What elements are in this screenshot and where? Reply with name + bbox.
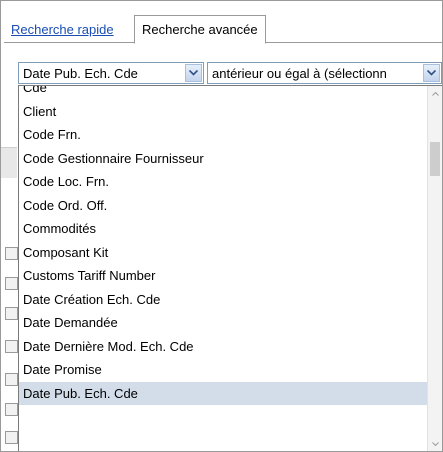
field-dropdown-list[interactable]: Cde Client Code Frn. Code Gestionnaire Four… [18,85,442,451]
dropdown-options: Cde Client Code Frn. Code Gestionnaire Four… [19,86,427,405]
scrollbar-thumb[interactable] [430,142,440,176]
dropdown-option[interactable]: Date Création Ech. Cde [19,288,427,312]
dropdown-option[interactable]: Cde [19,86,427,100]
operator-select[interactable]: antérieur ou égal à (sélectionn [207,62,442,84]
scroll-down-icon[interactable] [428,436,442,451]
search-tabs: Recherche rapide Recherche avancée [4,15,442,44]
background-checkbox[interactable] [5,277,18,290]
tab-advanced-search[interactable]: Recherche avancée [134,15,266,44]
dropdown-option[interactable]: Code Frn. [19,123,427,147]
operator-select-value: antérieur ou égal à (sélectionn [212,66,387,81]
dropdown-option[interactable]: Customs Tariff Number [19,264,427,288]
dropdown-scrollbar[interactable] [427,86,442,451]
dropdown-option[interactable]: Commodités [19,217,427,241]
field-select-value: Date Pub. Ech. Cde [23,66,138,81]
advanced-search-panel: Recherche rapide Recherche avancée Date … [0,0,443,452]
background-checkbox[interactable] [5,247,18,260]
dropdown-option[interactable]: Code Gestionnaire Fournisseur [19,147,427,171]
field-select[interactable]: Date Pub. Ech. Cde [18,62,204,84]
chevron-down-icon[interactable] [185,64,202,82]
background-checkbox[interactable] [5,431,18,444]
background-checkbox[interactable] [5,403,18,416]
scroll-up-icon[interactable] [428,86,442,102]
dropdown-option[interactable]: Composant Kit [19,241,427,265]
background-row [1,147,17,178]
dropdown-option[interactable]: Code Ord. Off. [19,194,427,218]
dropdown-option[interactable]: Date Dernière Mod. Ech. Cde [19,335,427,359]
dropdown-option[interactable]: Code Loc. Frn. [19,170,427,194]
dropdown-option[interactable]: Date Demandée [19,311,427,335]
background-checkbox[interactable] [5,307,18,320]
dropdown-option[interactable]: Date Promise [19,358,427,382]
chevron-down-icon[interactable] [423,64,440,82]
dropdown-option[interactable]: Date Pub. Ech. Cde [19,381,427,405]
background-checkbox[interactable] [5,340,18,353]
background-checkbox[interactable] [5,373,18,386]
tab-quick-search[interactable]: Recherche rapide [11,22,114,37]
dropdown-option[interactable]: Client [19,100,427,124]
